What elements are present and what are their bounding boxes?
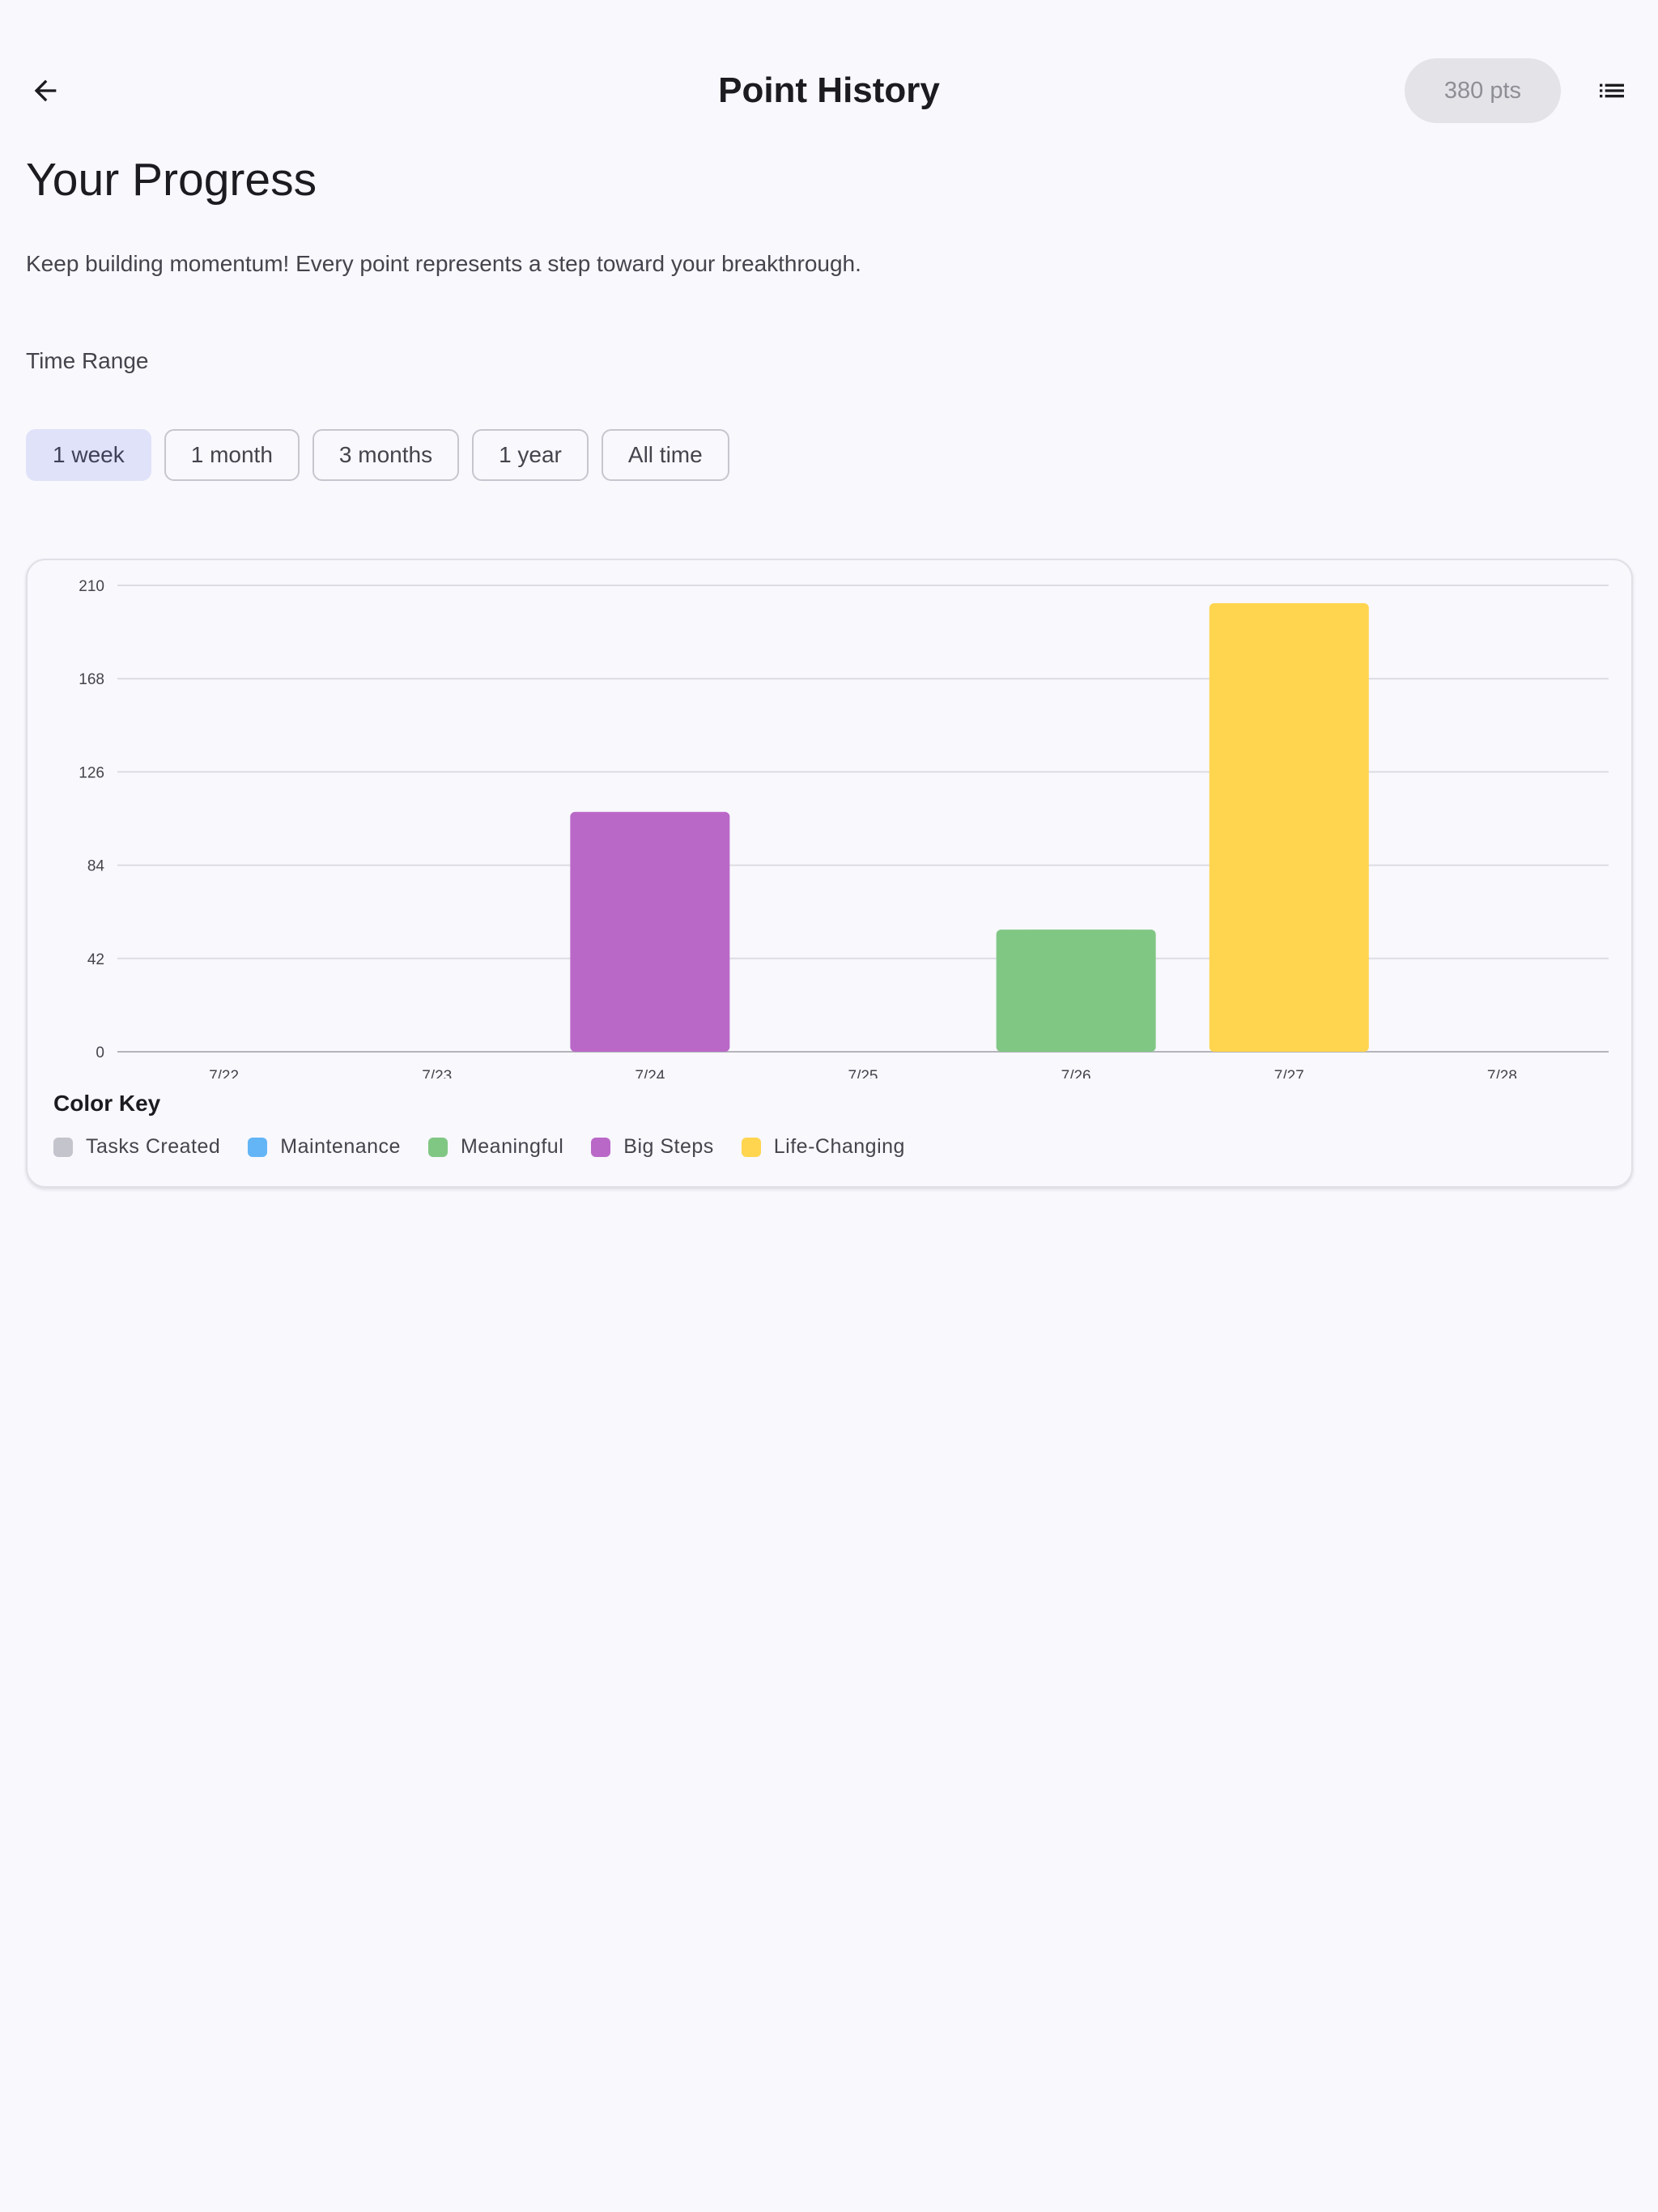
legend-swatch xyxy=(427,1137,448,1157)
progress-heading: Your Progress xyxy=(26,154,317,206)
legend-swatch xyxy=(741,1137,761,1157)
color-key-title: Color Key xyxy=(53,1091,161,1116)
menu-button[interactable] xyxy=(1583,62,1641,120)
x-tick-label: 7/24 xyxy=(635,1068,665,1078)
legend-swatch xyxy=(53,1137,73,1157)
time-range-chips: 1 week 1 month 3 months 1 year All time xyxy=(26,429,729,481)
chip-3-months[interactable]: 3 months xyxy=(312,429,460,481)
y-tick-label: 126 xyxy=(79,764,104,781)
points-badge: 380 pts xyxy=(1405,58,1561,123)
legend-label: Maintenance xyxy=(280,1135,401,1158)
chart-legend: Tasks Created Maintenance Meaningful Big… xyxy=(53,1135,905,1159)
time-range-label: Time Range xyxy=(26,348,149,373)
y-tick-label: 84 xyxy=(87,858,105,875)
legend-swatch xyxy=(591,1137,611,1157)
chip-1-week[interactable]: 1 week xyxy=(26,429,151,481)
chip-1-month[interactable]: 1 month xyxy=(164,429,300,481)
list-icon xyxy=(1600,83,1624,98)
legend-item: Maintenance xyxy=(248,1135,401,1159)
bar-life-changing xyxy=(1209,602,1369,1052)
legend-label: Big Steps xyxy=(623,1135,714,1158)
legend-item: Tasks Created xyxy=(53,1135,220,1159)
x-tick-label: 7/28 xyxy=(1487,1068,1517,1078)
bar-meaningful xyxy=(996,929,1156,1052)
chip-all-time[interactable]: All time xyxy=(601,429,729,481)
y-tick-label: 0 xyxy=(96,1044,104,1061)
chip-1-year[interactable]: 1 year xyxy=(472,429,589,481)
y-tick-label: 210 xyxy=(79,578,104,595)
y-tick-label: 42 xyxy=(87,951,104,968)
x-tick-label: 7/27 xyxy=(1274,1068,1304,1078)
legend-label: Life-Changing xyxy=(773,1135,905,1158)
y-tick-label: 168 xyxy=(79,671,104,688)
chart-card: 0 42 84 126 168 210 7/22 7/23 7/24 7/25 7/26 7/27 7/… xyxy=(26,559,1633,1188)
bar-big-steps xyxy=(570,811,730,1052)
legend-item: Big Steps xyxy=(591,1135,714,1159)
x-tick-label: 7/26 xyxy=(1061,1068,1091,1078)
points-bar-chart: 0 42 84 126 168 210 7/22 7/23 7/24 7/25 7/26 7/27 7/… xyxy=(79,578,1609,1078)
legend-item: Life-Changing xyxy=(741,1135,905,1159)
legend-label: Meaningful xyxy=(460,1135,564,1158)
legend-swatch xyxy=(248,1137,268,1157)
progress-subtitle: Keep building momentum! Every point repr… xyxy=(26,251,861,276)
top-app-bar: Point History 380 pts xyxy=(0,45,1658,136)
legend-item: Meaningful xyxy=(427,1135,564,1159)
x-tick-label: 7/23 xyxy=(422,1068,452,1078)
x-tick-label: 7/22 xyxy=(209,1068,239,1078)
x-tick-label: 7/25 xyxy=(848,1068,878,1078)
legend-label: Tasks Created xyxy=(86,1135,221,1158)
